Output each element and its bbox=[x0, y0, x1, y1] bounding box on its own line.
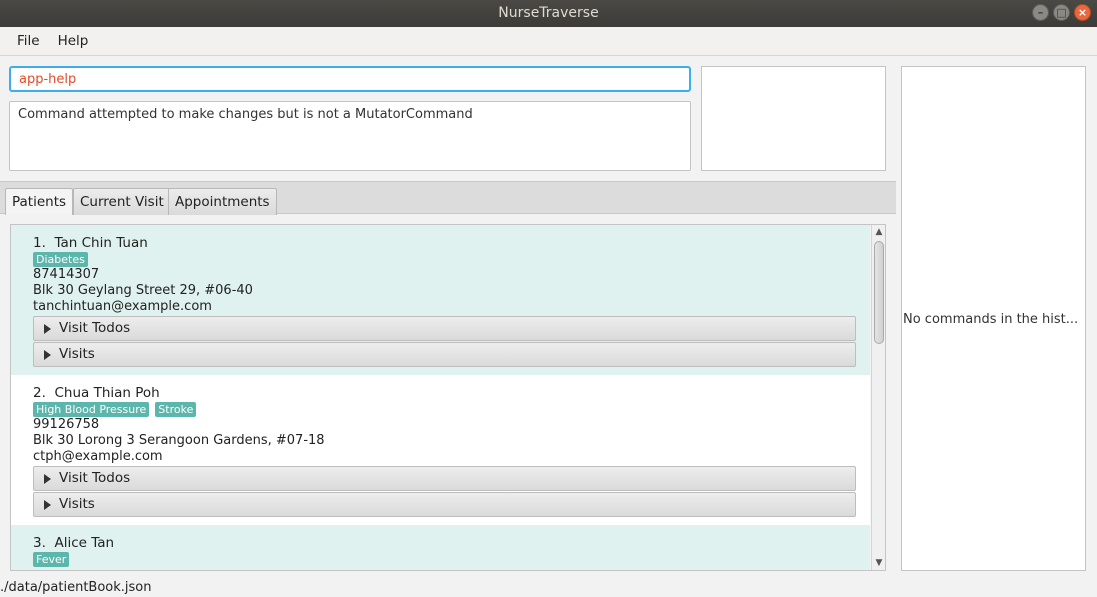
patient-name-line: 1. Tan Chin Tuan bbox=[33, 236, 870, 250]
result-text: Command attempted to make changes but is… bbox=[18, 107, 473, 122]
command-input[interactable] bbox=[9, 66, 691, 92]
command-history-panel: No commands in the hist... bbox=[901, 66, 1086, 571]
expand-triangle-icon bbox=[44, 499, 51, 510]
patient-list: 1. Tan Chin Tuan Diabetes 87414307 Blk 3… bbox=[10, 224, 886, 571]
save-location: ./data/patientBook.json bbox=[0, 580, 152, 595]
patient-name: Chua Thian Poh bbox=[54, 385, 160, 401]
expand-triangle-icon bbox=[44, 323, 51, 334]
patient-address: Blk 30 Lorong 3 Serangoon Gardens, #07-1… bbox=[33, 433, 325, 448]
patient-card[interactable]: 3. Alice Tan Fever bbox=[11, 525, 870, 570]
patient-name-line: 2. Chua Thian Poh bbox=[33, 386, 870, 400]
expand-triangle-icon bbox=[44, 349, 51, 360]
minimize-button[interactable]: – bbox=[1032, 4, 1049, 21]
maximize-icon: □ bbox=[1056, 6, 1067, 19]
patient-tags: Fever bbox=[33, 552, 870, 567]
expand-triangle-icon bbox=[44, 473, 51, 484]
patient-name-line: 3. Alice Tan bbox=[33, 536, 870, 550]
menu-bar: File Help bbox=[0, 27, 1097, 56]
patient-index: 1. bbox=[33, 235, 46, 251]
window-title-bar: NurseTraverse – □ × bbox=[0, 0, 1097, 27]
menu-help[interactable]: Help bbox=[49, 27, 98, 55]
tag: High Blood Pressure bbox=[33, 402, 150, 417]
expander-label: Visits bbox=[59, 346, 95, 362]
visit-todos-expander[interactable]: Visit Todos bbox=[33, 316, 856, 341]
maximize-button[interactable]: □ bbox=[1053, 4, 1070, 21]
result-display: Command attempted to make changes but is… bbox=[9, 101, 691, 171]
scroll-thumb[interactable] bbox=[874, 241, 884, 344]
scroll-down-icon[interactable]: ▼ bbox=[872, 556, 885, 570]
patient-email: tanchintuan@example.com bbox=[33, 299, 212, 314]
menu-file[interactable]: File bbox=[8, 27, 49, 55]
patient-index: 2. bbox=[33, 385, 46, 401]
tab-current-visit[interactable]: Current Visit bbox=[73, 188, 171, 215]
patient-email: ctph@example.com bbox=[33, 449, 163, 464]
patient-index: 3. bbox=[33, 535, 46, 551]
expander-label: Visits bbox=[59, 496, 95, 512]
visit-todos-expander[interactable]: Visit Todos bbox=[33, 466, 856, 491]
history-empty-text: No commands in the hist... bbox=[903, 312, 1079, 327]
expander-label: Visit Todos bbox=[59, 320, 131, 336]
tag: Fever bbox=[33, 552, 70, 567]
visits-expander[interactable]: Visits bbox=[33, 342, 856, 367]
tab-patients[interactable]: Patients bbox=[5, 188, 74, 215]
patient-name: Alice Tan bbox=[54, 535, 115, 551]
patient-address: Blk 30 Geylang Street 29, #06-40 bbox=[33, 283, 253, 298]
patient-name: Tan Chin Tuan bbox=[54, 235, 148, 251]
patient-phone: 99126758 bbox=[33, 417, 100, 432]
window-controls: – □ × bbox=[1032, 4, 1091, 21]
patient-tags: High Blood Pressure Stroke bbox=[33, 402, 870, 417]
patient-card[interactable]: 2. Chua Thian Poh High Blood Pressure St… bbox=[11, 375, 870, 525]
visits-expander[interactable]: Visits bbox=[33, 492, 856, 517]
status-bar: ./data/patientBook.json bbox=[0, 579, 1097, 597]
patient-tags: Diabetes bbox=[33, 252, 870, 267]
scroll-up-icon[interactable]: ▲ bbox=[872, 225, 885, 239]
info-panel bbox=[701, 66, 886, 171]
tab-strip: Patients Current Visit Appointments bbox=[0, 181, 896, 215]
tag: Stroke bbox=[155, 402, 197, 417]
tag: Diabetes bbox=[33, 252, 88, 267]
patient-phone: 87414307 bbox=[33, 267, 100, 282]
close-button[interactable]: × bbox=[1074, 4, 1091, 21]
close-icon: × bbox=[1077, 6, 1088, 19]
list-scrollbar[interactable]: ▲ ▼ bbox=[871, 225, 885, 570]
tab-appointments[interactable]: Appointments bbox=[168, 188, 277, 215]
patient-card[interactable]: 1. Tan Chin Tuan Diabetes 87414307 Blk 3… bbox=[11, 225, 870, 375]
window-title: NurseTraverse bbox=[498, 5, 599, 21]
minimize-icon: – bbox=[1037, 6, 1044, 19]
expander-label: Visit Todos bbox=[59, 470, 131, 486]
